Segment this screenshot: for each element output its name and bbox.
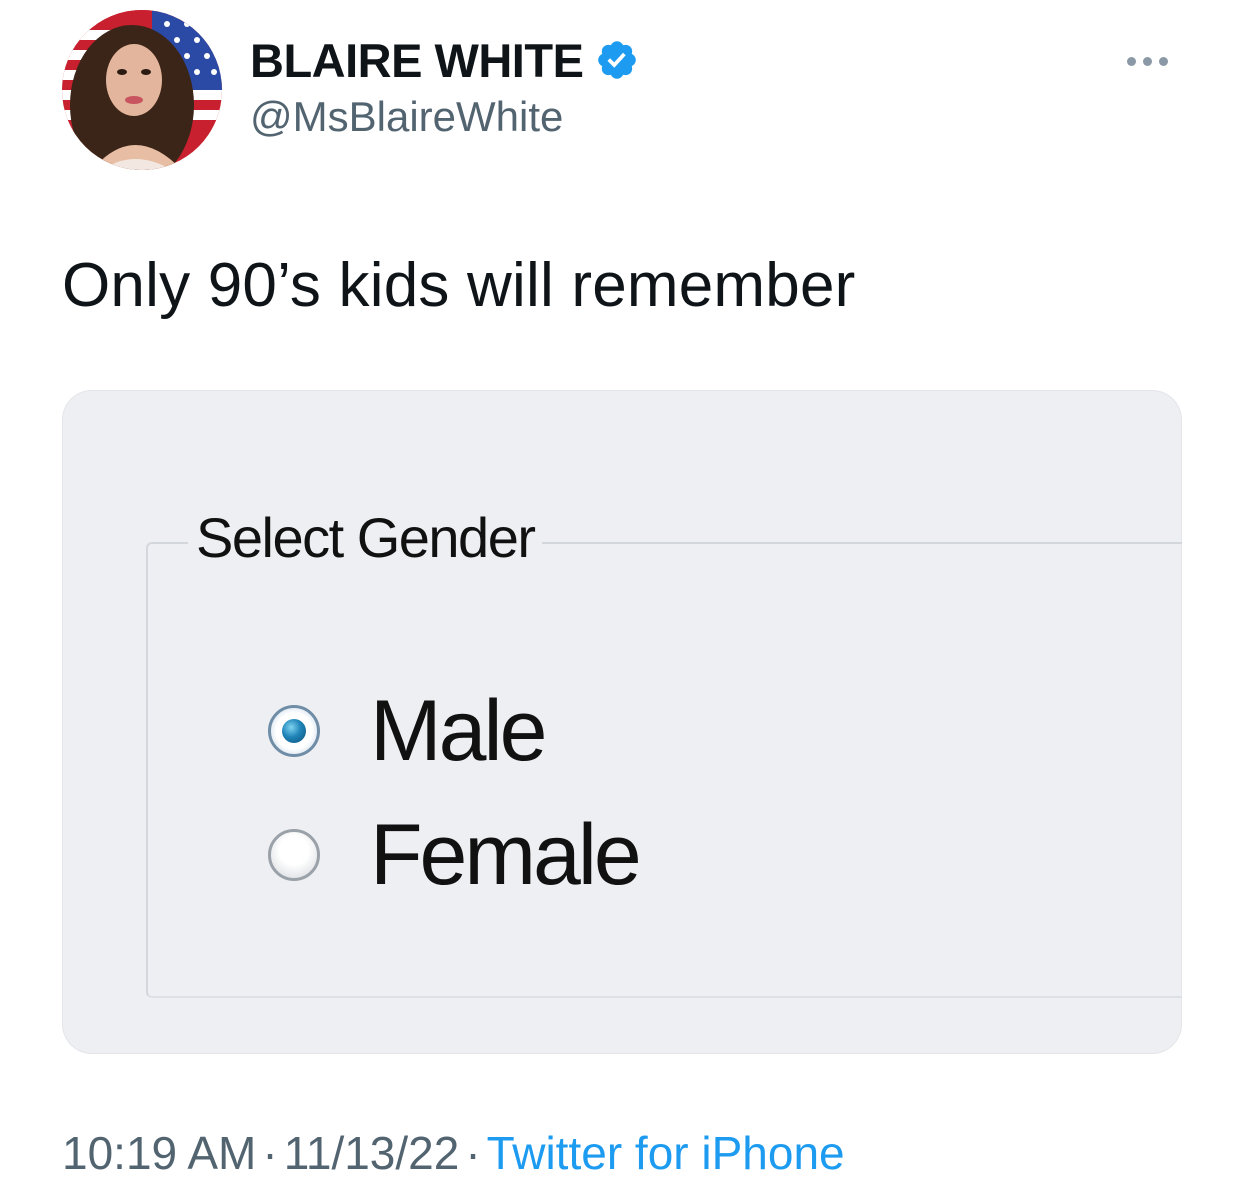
- author-handle[interactable]: @MsBlaireWhite: [250, 96, 563, 138]
- avatar-image: [62, 10, 222, 170]
- tweet-source-link[interactable]: Twitter for iPhone: [487, 1127, 845, 1179]
- tweet-date[interactable]: 11/13/22: [284, 1127, 460, 1179]
- more-horizontal-icon: [1126, 56, 1136, 66]
- radio-option-male[interactable]: Male: [268, 683, 547, 779]
- radio-label-female: Female: [370, 807, 642, 903]
- tweet-metadata: 10:19 AM · 11/13/22 · Twitter for iPhone: [62, 1130, 845, 1176]
- more-options-button[interactable]: [1112, 46, 1182, 76]
- tweet-text: Only 90’s kids will remember: [62, 251, 856, 320]
- radio-button-checked[interactable]: [268, 705, 320, 757]
- more-horizontal-icon: [1158, 56, 1168, 66]
- separator: ·: [465, 1127, 481, 1179]
- more-horizontal-icon: [1142, 56, 1152, 66]
- separator: ·: [262, 1127, 278, 1179]
- verified-badge-icon: [598, 41, 637, 79]
- tweet-media-image[interactable]: Select Gender Male Female: [62, 390, 1182, 1054]
- author-display-name[interactable]: BLAIRE WHITE: [250, 37, 584, 84]
- radio-option-female[interactable]: Female: [268, 807, 642, 903]
- avatar[interactable]: [62, 10, 222, 170]
- radio-label-male: Male: [370, 683, 547, 779]
- radio-selected-dot-icon: [282, 719, 306, 743]
- author-name-row[interactable]: BLAIRE WHITE: [250, 32, 639, 88]
- tweet-time[interactable]: 10:19 AM: [62, 1127, 256, 1179]
- radio-button-unchecked[interactable]: [268, 829, 320, 881]
- groupbox-title: Select Gender: [188, 510, 543, 566]
